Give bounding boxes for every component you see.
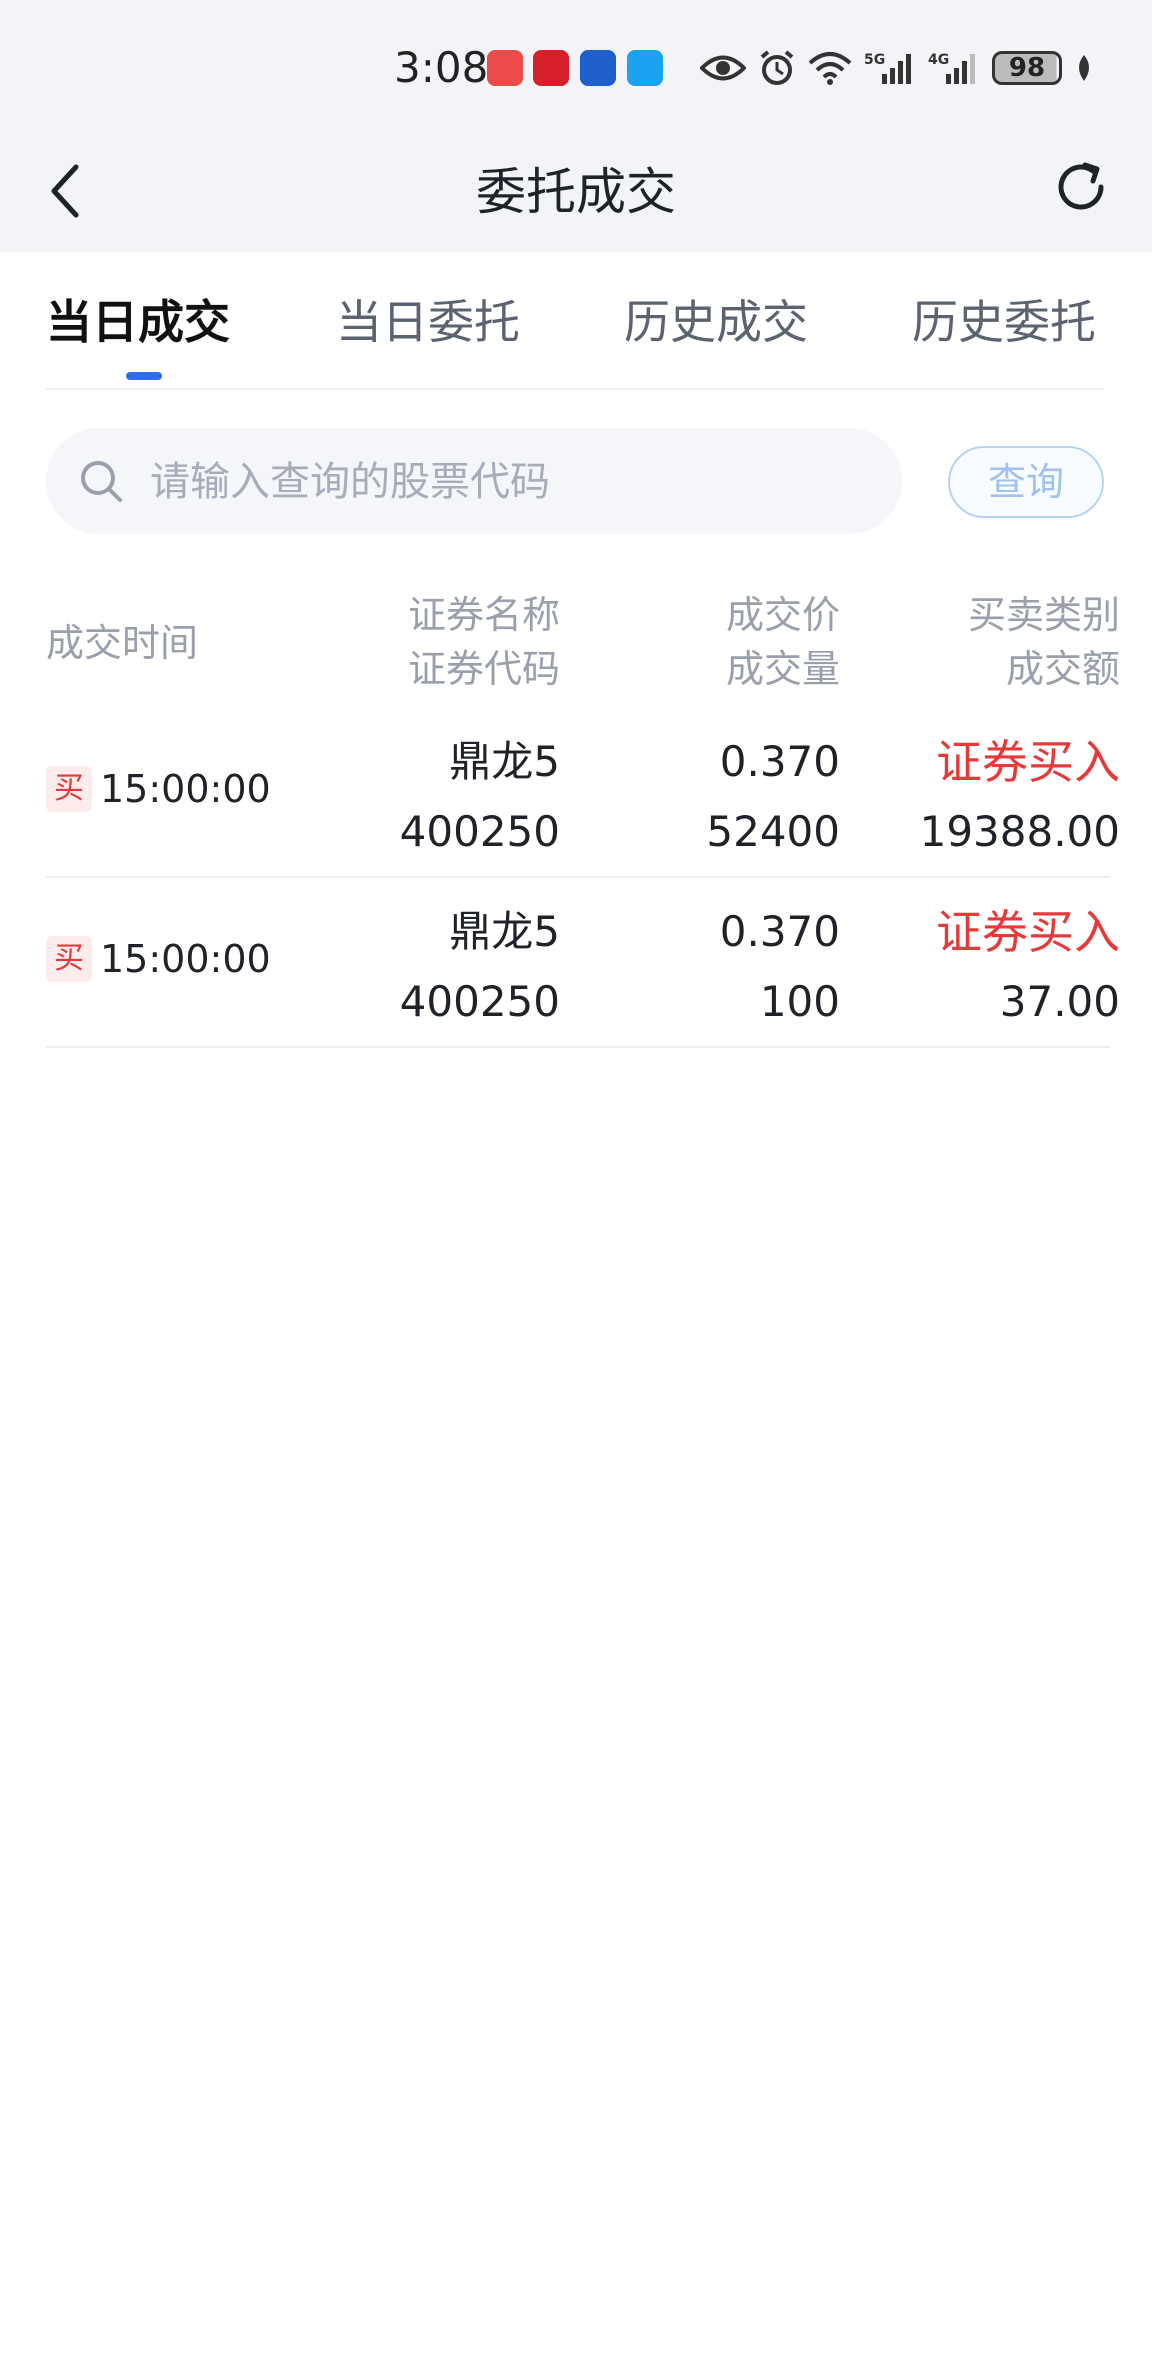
security-name: 鼎龙5: [449, 737, 560, 786]
app-notification-icon: [580, 50, 616, 86]
eye-icon: [700, 55, 746, 81]
tab-today-orders[interactable]: 当日委托: [336, 292, 520, 352]
app-notification-icon: [487, 50, 523, 86]
header-name: 证券名称: [407, 593, 560, 637]
header-time: 成交时间: [46, 621, 199, 665]
4g-signal-icon: 4G: [928, 52, 975, 84]
search-box: [46, 428, 902, 534]
table-row[interactable]: 买 15:00:00 鼎龙5 400250 0.370 52400 证券买入 1…: [46, 708, 1120, 878]
refresh-button[interactable]: [1046, 152, 1116, 222]
svg-text:4G: 4G: [928, 52, 949, 68]
tab-history-orders[interactable]: 历史委托: [912, 292, 1096, 352]
app-notification-icon: [533, 50, 569, 86]
trade-time: 15:00:00: [100, 937, 271, 981]
leaf-icon: [1079, 55, 1089, 81]
nav-bar: 委托成交: [0, 132, 1152, 252]
wifi-icon: [808, 52, 852, 85]
buy-badge: 买: [46, 936, 92, 982]
trade-price: 0.370: [719, 737, 840, 786]
trade-volume: 52400: [706, 807, 840, 856]
message-notification-icon: [627, 50, 663, 86]
trade-time: 15:00:00: [100, 767, 271, 811]
buy-badge: 买: [46, 766, 92, 812]
battery-icon: 98: [992, 51, 1062, 85]
security-name: 鼎龙5: [449, 907, 560, 956]
system-icons: 5G 4G 98: [700, 46, 1094, 90]
header-code: 证券代码: [407, 647, 560, 691]
table-row[interactable]: 买 15:00:00 鼎龙5 400250 0.370 100 证券买入 37.…: [46, 878, 1120, 1048]
trade-amount: 19388.00: [919, 807, 1120, 856]
page-title: 委托成交: [476, 163, 676, 221]
header-amount: 成交额: [1005, 647, 1120, 691]
trade-type: 证券买入: [936, 905, 1120, 959]
status-bar: 3:08 5G 4G 98: [0, 0, 1152, 132]
header-type: 买卖类别: [967, 593, 1120, 637]
trade-price: 0.370: [719, 907, 840, 956]
query-button[interactable]: 查询: [948, 446, 1104, 518]
trade-amount: 37.00: [999, 977, 1120, 1026]
alarm-icon: [760, 50, 794, 85]
security-code: 400250: [399, 977, 560, 1026]
trade-type: 证券买入: [936, 735, 1120, 789]
refresh-icon: [1058, 162, 1104, 210]
trade-volume: 100: [759, 977, 840, 1026]
header-price: 成交价: [725, 593, 840, 637]
5g-signal-icon: 5G: [864, 52, 911, 84]
search-icon: [81, 461, 122, 502]
search-input[interactable]: [150, 452, 870, 512]
tab-bar: 当日成交 当日委托 历史成交 历史委托: [46, 252, 1104, 390]
svg-text:5G: 5G: [864, 52, 885, 68]
header-volume: 成交量: [725, 647, 840, 691]
security-code: 400250: [399, 807, 560, 856]
tab-history-trades[interactable]: 历史成交: [624, 292, 808, 352]
tab-today-trades[interactable]: 当日成交: [46, 292, 230, 352]
status-time: 3:08: [394, 43, 489, 92]
active-tab-indicator: [126, 372, 162, 380]
